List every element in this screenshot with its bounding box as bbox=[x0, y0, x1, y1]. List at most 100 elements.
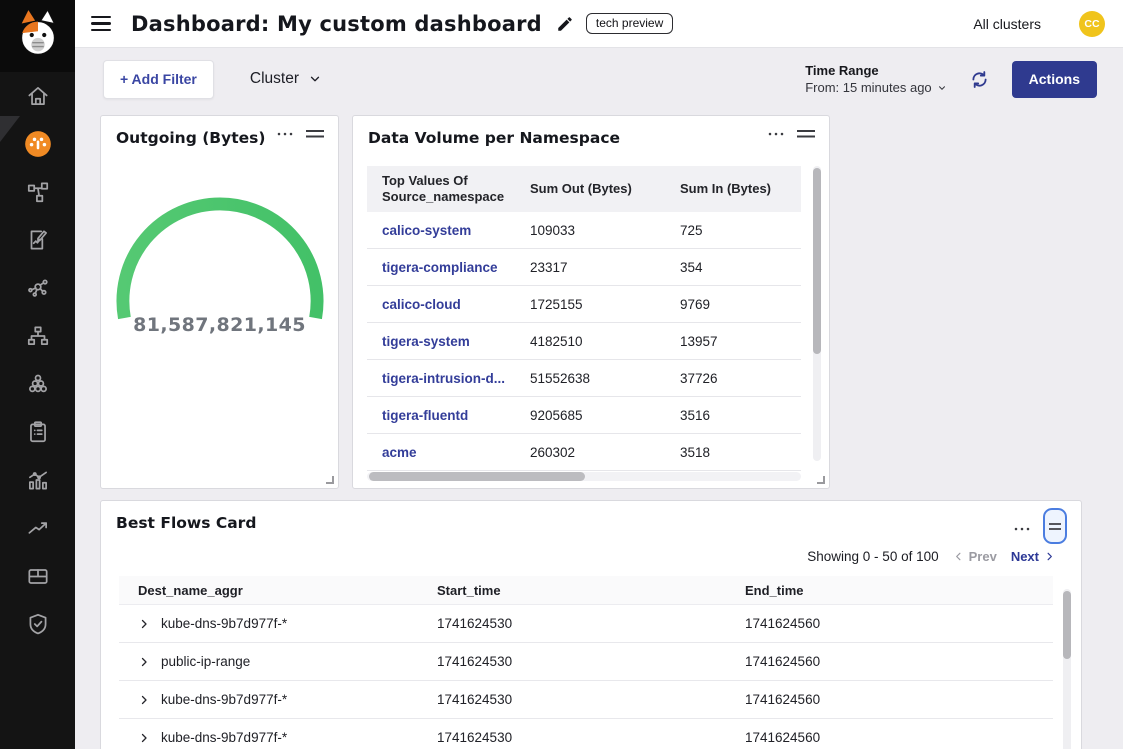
add-filter-button[interactable]: + Add Filter bbox=[103, 60, 214, 99]
sum-out-value: 51552638 bbox=[530, 371, 680, 386]
pencil-icon bbox=[556, 15, 574, 33]
sum-in-value: 37726 bbox=[680, 371, 801, 386]
dest-name-value: kube-dns-9b7d977f-* bbox=[161, 730, 287, 745]
namespace-link[interactable]: acme bbox=[382, 445, 530, 460]
cluster-filter-dropdown[interactable]: Cluster bbox=[250, 70, 322, 88]
top-header: Dashboard: My custom dashboard tech prev… bbox=[75, 0, 1123, 48]
table-row[interactable]: kube-dns-9b7d977f-* 1741624530 174162456… bbox=[119, 681, 1053, 719]
table-row[interactable]: tigera-intrusion-d... 51552638 37726 bbox=[367, 360, 801, 397]
edit-dashboard-button[interactable] bbox=[556, 15, 574, 33]
user-avatar[interactable]: CC bbox=[1079, 11, 1105, 37]
sidebar-item-trends[interactable] bbox=[0, 504, 75, 552]
sidebar-item-service-graph[interactable] bbox=[0, 168, 75, 216]
table-row[interactable]: tigera-system 4182510 13957 bbox=[367, 323, 801, 360]
expand-row-button[interactable] bbox=[138, 694, 150, 706]
sidebar-item-reports[interactable] bbox=[0, 216, 75, 264]
card-menu-button[interactable] bbox=[767, 131, 785, 137]
namespace-link[interactable]: calico-system bbox=[382, 223, 530, 238]
sidebar-item-connections[interactable] bbox=[0, 264, 75, 312]
clipboard-list-icon bbox=[25, 419, 51, 445]
table-row[interactable]: kube-dns-9b7d977f-* 1741624530 174162456… bbox=[119, 605, 1053, 643]
chevron-right-icon bbox=[138, 732, 150, 744]
table-row[interactable]: kube-dns-9b7d977f-* 1741624530 174162456… bbox=[119, 719, 1053, 749]
ellipsis-icon bbox=[1013, 526, 1031, 532]
table-row[interactable]: tigera-fluentd 9205685 3516 bbox=[367, 397, 801, 434]
data-volume-card: Data Volume per Namespace Top Values Of … bbox=[352, 115, 830, 489]
actions-button[interactable]: Actions bbox=[1012, 61, 1097, 98]
gauge-arc bbox=[115, 196, 325, 325]
trend-up-icon bbox=[25, 515, 51, 541]
end-time-value: 1741624560 bbox=[745, 616, 1053, 631]
chevron-right-icon bbox=[138, 694, 150, 706]
start-time-value: 1741624530 bbox=[437, 654, 745, 669]
cluster-scope-selector[interactable]: All clusters bbox=[973, 16, 1041, 32]
vertical-scrollbar-thumb[interactable] bbox=[813, 168, 821, 354]
sidebar-item-security[interactable] bbox=[0, 600, 75, 648]
prev-page-button[interactable]: Prev bbox=[953, 549, 997, 564]
card-drag-handle[interactable] bbox=[306, 129, 324, 139]
chevron-right-icon bbox=[138, 656, 150, 668]
col-header-dest: Dest_name_aggr bbox=[119, 583, 437, 598]
dashboard-gauge-icon bbox=[24, 130, 52, 158]
card-drag-handle[interactable] bbox=[797, 129, 815, 139]
dest-name-value: public-ip-range bbox=[161, 654, 250, 669]
sidebar-item-metrics[interactable] bbox=[0, 456, 75, 504]
namespace-link[interactable]: calico-cloud bbox=[382, 297, 530, 312]
gauge-value: 81,587,821,145 bbox=[101, 314, 338, 336]
sidebar-item-node-clusters[interactable] bbox=[0, 360, 75, 408]
card-menu-button[interactable] bbox=[276, 131, 294, 137]
connections-icon bbox=[25, 275, 51, 301]
card-menu-button[interactable] bbox=[1013, 526, 1031, 532]
next-page-button[interactable]: Next bbox=[1011, 549, 1055, 564]
drag-handle-icon bbox=[797, 129, 815, 139]
table-row[interactable]: calico-cloud 1725155 9769 bbox=[367, 286, 801, 323]
sum-in-value: 13957 bbox=[680, 334, 801, 349]
namespace-link[interactable]: tigera-intrusion-d... bbox=[382, 371, 530, 386]
table-row[interactable]: public-ip-range 1741624530 1741624560 bbox=[119, 643, 1053, 681]
expand-row-button[interactable] bbox=[138, 732, 150, 744]
sidebar-item-compliance[interactable] bbox=[0, 408, 75, 456]
sum-out-value: 23317 bbox=[530, 260, 680, 275]
card-resize-handle[interactable] bbox=[326, 476, 334, 484]
expand-row-button[interactable] bbox=[138, 618, 150, 630]
namespace-link[interactable]: tigera-fluentd bbox=[382, 408, 530, 423]
sum-out-value: 109033 bbox=[530, 223, 680, 238]
chevron-down-icon bbox=[937, 83, 947, 93]
sidebar-item-home[interactable] bbox=[0, 72, 75, 120]
chevron-left-icon bbox=[953, 551, 964, 562]
namespace-link[interactable]: tigera-system bbox=[382, 334, 530, 349]
namespace-link[interactable]: tigera-compliance bbox=[382, 260, 530, 275]
report-edit-icon bbox=[25, 227, 51, 253]
cluster-dropdown-label: Cluster bbox=[250, 70, 299, 88]
card-drag-handle-focused[interactable] bbox=[1043, 508, 1067, 544]
refresh-button[interactable] bbox=[969, 69, 990, 90]
calico-logo[interactable] bbox=[0, 0, 75, 72]
card-title: Best Flows Card bbox=[116, 514, 256, 532]
table-row[interactable]: tigera-compliance 23317 354 bbox=[367, 249, 801, 286]
start-time-value: 1741624530 bbox=[437, 730, 745, 745]
time-range-label: Time Range bbox=[805, 63, 946, 78]
time-range-selector[interactable]: Time Range From: 15 minutes ago bbox=[805, 63, 946, 95]
topology-icon bbox=[25, 323, 51, 349]
horizontal-scrollbar-thumb[interactable] bbox=[369, 472, 585, 481]
col-header-end: End_time bbox=[745, 583, 1053, 598]
table-row[interactable]: calico-system 109033 725 bbox=[367, 212, 801, 249]
end-time-value: 1741624560 bbox=[745, 730, 1053, 745]
hamburger-menu-icon[interactable] bbox=[91, 16, 111, 31]
calico-cat-logo-icon bbox=[14, 8, 62, 64]
col-header-sum-out: Sum Out (Bytes) bbox=[530, 181, 680, 197]
sidebar-item-topology[interactable] bbox=[0, 312, 75, 360]
chevron-right-icon bbox=[138, 618, 150, 630]
sum-out-value: 1725155 bbox=[530, 297, 680, 312]
drag-handle-icon bbox=[306, 129, 324, 139]
card-title: Data Volume per Namespace bbox=[368, 129, 620, 147]
vertical-scrollbar-thumb[interactable] bbox=[1063, 591, 1071, 659]
expand-row-button[interactable] bbox=[138, 656, 150, 668]
card-resize-handle[interactable] bbox=[817, 476, 825, 484]
flows-table: Dest_name_aggr Start_time End_time kube-… bbox=[119, 576, 1053, 749]
table-row[interactable]: acme 260302 3518 bbox=[367, 434, 801, 471]
dest-name-value: kube-dns-9b7d977f-* bbox=[161, 692, 287, 707]
best-flows-card: Best Flows Card Showing 0 - 50 of 100 Pr… bbox=[100, 500, 1082, 749]
sidebar-item-inventory[interactable] bbox=[0, 552, 75, 600]
archive-box-icon bbox=[25, 563, 51, 589]
